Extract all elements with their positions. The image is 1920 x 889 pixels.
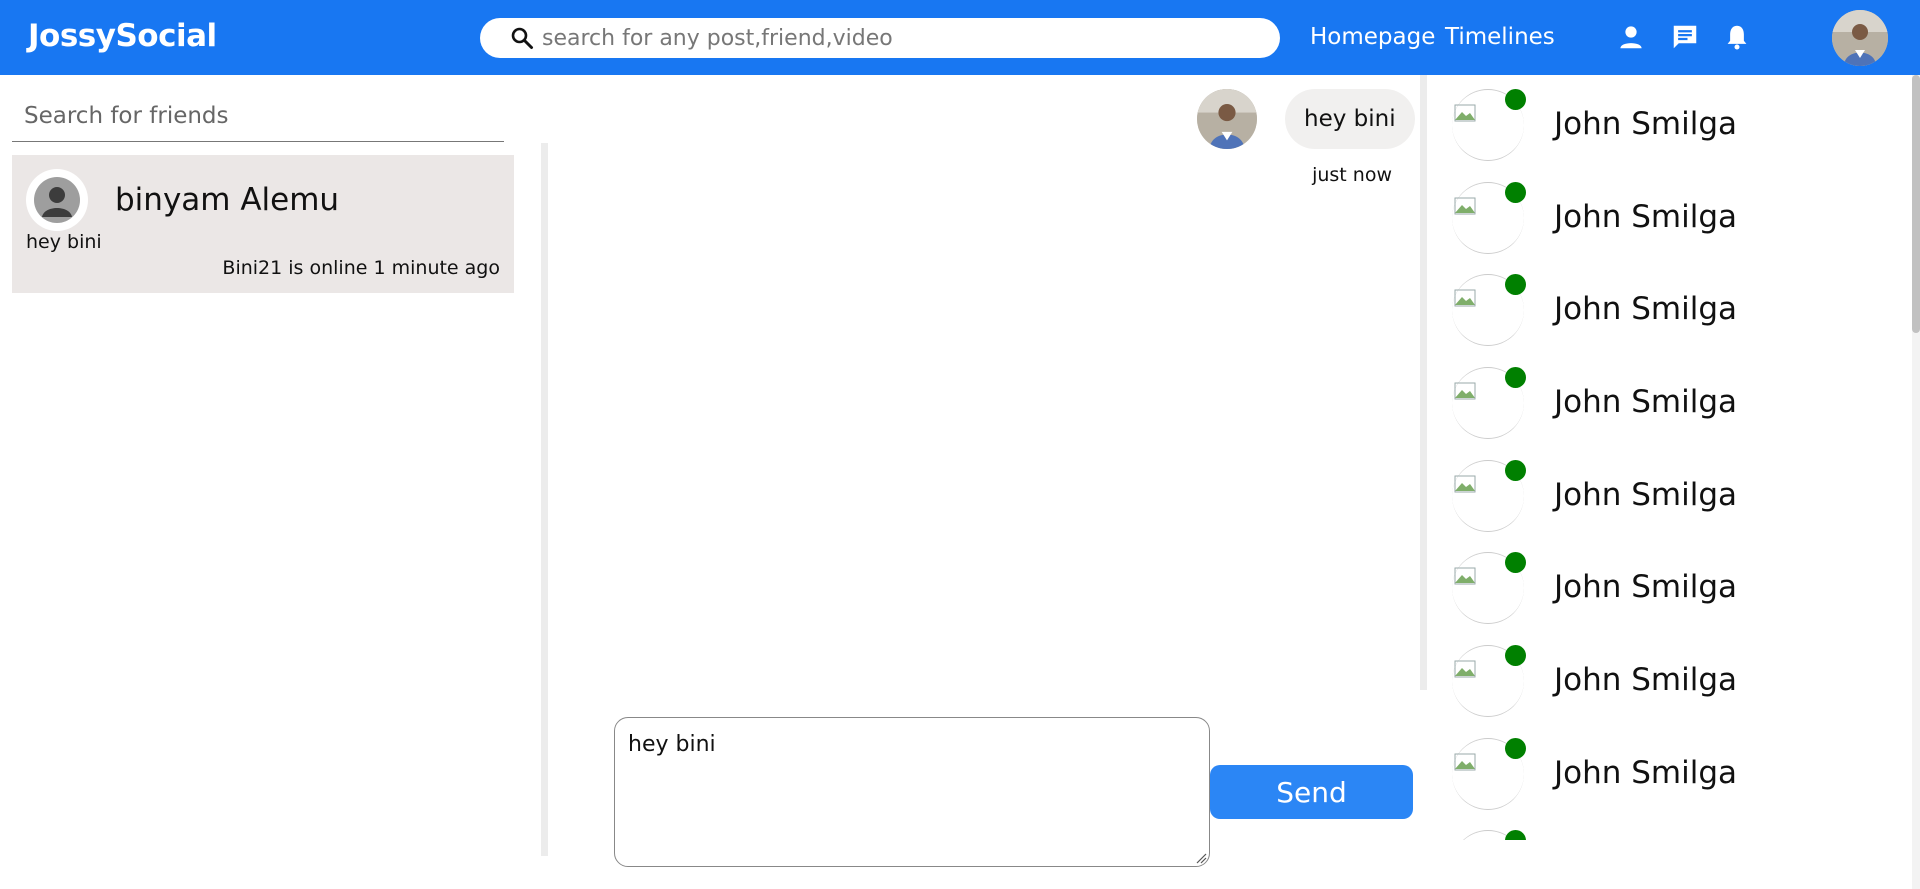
global-search[interactable]: [480, 18, 1280, 58]
chat-icon[interactable]: [1670, 22, 1700, 52]
page-scrollbar-thumb[interactable]: [1912, 75, 1920, 333]
resize-handle-icon[interactable]: [1195, 852, 1207, 864]
person-icon[interactable]: [1616, 22, 1646, 52]
online-friend-item[interactable]: [1452, 816, 1892, 840]
conversation-name: binyam Alemu: [115, 182, 340, 218]
default-user-icon: [34, 177, 80, 223]
profile-photo: [1832, 10, 1888, 66]
online-status-dot: [1505, 830, 1526, 840]
friend-name: John Smilga: [1554, 384, 1738, 420]
profile-avatar[interactable]: [1832, 10, 1888, 66]
broken-image-icon: [1454, 382, 1476, 400]
online-friend-item[interactable]: John Smilga: [1452, 260, 1892, 346]
nav-homepage[interactable]: Homepage: [1310, 24, 1435, 50]
global-search-input[interactable]: [542, 23, 1262, 53]
broken-image-icon: [1454, 660, 1476, 678]
online-status-dot: [1505, 182, 1526, 203]
app-logo[interactable]: JossySocial: [28, 18, 217, 54]
online-status-dot: [1505, 274, 1526, 295]
broken-image-icon: [1454, 197, 1476, 215]
online-friend-item[interactable]: John Smilga: [1452, 724, 1892, 810]
broken-image-icon: [1454, 567, 1476, 585]
friend-name: John Smilga: [1554, 569, 1738, 605]
column-divider: [1420, 75, 1427, 690]
send-button[interactable]: Send: [1210, 765, 1413, 819]
broken-image-icon: [1454, 475, 1476, 493]
message-bubble: hey bini: [1285, 89, 1415, 149]
bell-icon[interactable]: [1722, 22, 1752, 52]
search-icon: [511, 27, 533, 49]
online-friends-list: John Smilga John Smilga John Smilga John…: [1427, 75, 1917, 840]
friend-name: John Smilga: [1554, 199, 1738, 235]
online-friend-item[interactable]: John Smilga: [1452, 538, 1892, 624]
conversation-item[interactable]: binyam Alemu hey bini Bini21 is online 1…: [12, 155, 514, 293]
online-friend-item[interactable]: John Smilga: [1452, 446, 1892, 532]
column-divider: [541, 143, 548, 856]
friend-search-input[interactable]: [12, 90, 504, 142]
top-bar: JossySocial Homepage Timelines: [0, 0, 1920, 75]
message-avatar: [1197, 89, 1257, 149]
conversation-status: Bini21 is online 1 minute ago: [222, 257, 500, 279]
friend-name: John Smilga: [1554, 477, 1738, 513]
friend-name: John Smilga: [1554, 662, 1738, 698]
online-status-dot: [1505, 89, 1526, 110]
conversation-last-message: hey bini: [26, 231, 102, 253]
friend-name: John Smilga: [1554, 291, 1738, 327]
friend-name: John Smilga: [1554, 106, 1738, 142]
message-input[interactable]: hey bini: [614, 717, 1210, 867]
online-friend-item[interactable]: John Smilga: [1452, 168, 1892, 254]
online-status-dot: [1505, 552, 1526, 573]
friend-name: John Smilga: [1554, 755, 1738, 791]
avatar: [26, 169, 88, 231]
nav-timelines[interactable]: Timelines: [1445, 24, 1555, 50]
online-status-dot: [1505, 460, 1526, 481]
online-status-dot: [1505, 645, 1526, 666]
online-status-dot: [1505, 738, 1526, 759]
message-time: just now: [1312, 164, 1392, 186]
broken-image-icon: [1454, 104, 1476, 122]
broken-image-icon: [1454, 753, 1476, 771]
online-status-dot: [1505, 367, 1526, 388]
online-friend-item[interactable]: John Smilga: [1452, 75, 1892, 161]
message-sender-photo: [1197, 89, 1257, 149]
broken-image-icon: [1454, 289, 1476, 307]
online-friend-item[interactable]: John Smilga: [1452, 353, 1892, 439]
online-friend-item[interactable]: John Smilga: [1452, 631, 1892, 717]
